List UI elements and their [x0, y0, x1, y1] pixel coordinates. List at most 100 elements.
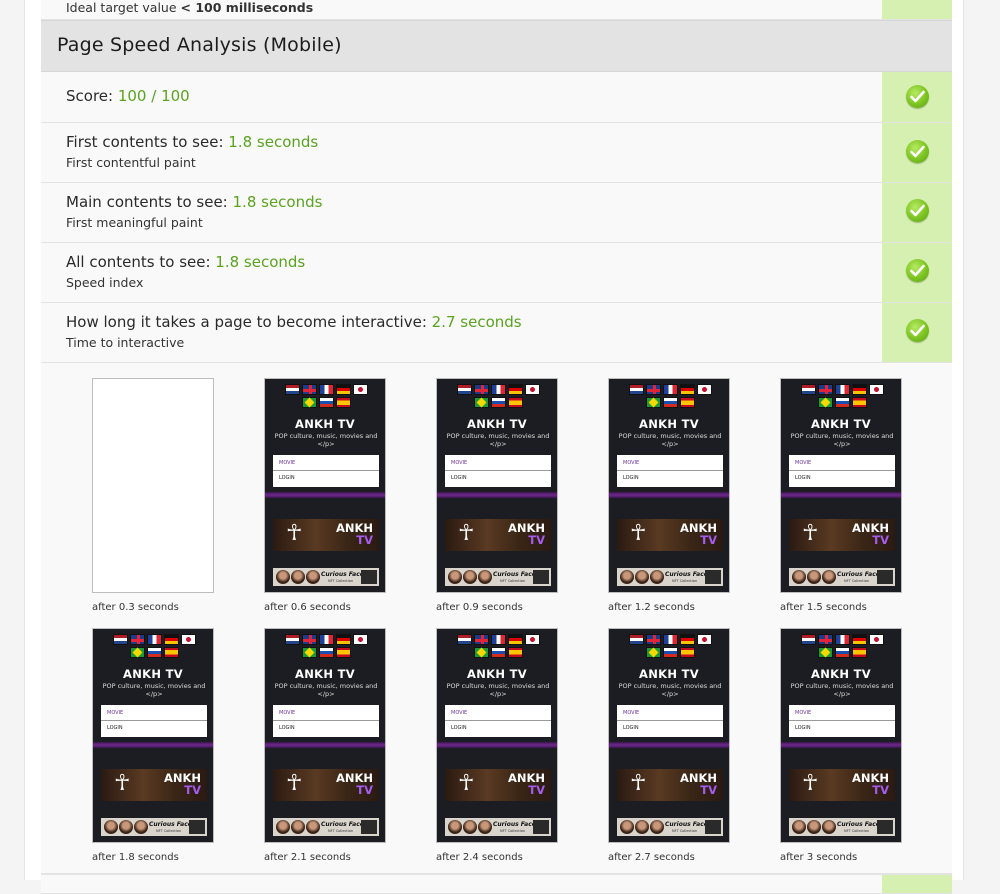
site-subtitle: POP culture, music, movies and </p> — [446, 432, 550, 448]
metric-content: First contents to see: 1.8 seconds First … — [66, 133, 872, 170]
ankh-icon: ☥ — [630, 521, 647, 546]
site-subtitle: POP culture, music, movies and </p> — [102, 682, 206, 698]
filmstrip-thumbnail: ANKH TV POP culture, music, movies and <… — [264, 378, 386, 593]
metric-status-cell — [882, 72, 952, 122]
site-menu-divider — [273, 470, 379, 471]
flag-br-icon — [817, 397, 833, 408]
site-footer-banner: Curious Faces NFT Collection — [789, 818, 895, 836]
ankh-icon: ☥ — [802, 521, 819, 546]
face-icon — [533, 570, 549, 584]
site-menu-item: MOVIE — [623, 460, 640, 466]
site-menu-divider — [789, 470, 895, 471]
metric-row: All contents to see: 1.8 seconds Speed in… — [41, 243, 952, 303]
face-icon — [705, 820, 721, 834]
face-icon — [189, 820, 205, 834]
site-footer-banner: Curious Faces NFT Collection — [101, 818, 207, 836]
flag-de-icon — [507, 384, 523, 395]
site-menu-item: LOGIN — [279, 475, 295, 481]
site-menu: MOVIE LOGIN — [273, 455, 379, 487]
filmstrip-caption: after 0.3 seconds — [92, 602, 179, 613]
language-flags — [617, 382, 723, 408]
footer-subtitle: NFT Collection — [500, 829, 526, 833]
flag-nl-icon — [456, 384, 472, 395]
site-divider — [437, 492, 557, 498]
site-banner: ☥ ANKH TV — [101, 769, 207, 801]
site-subtitle: POP culture, music, movies and </p> — [618, 682, 722, 698]
site-footer-banner: Curious Faces NFT Collection — [273, 818, 379, 836]
flag-br-icon — [301, 397, 317, 408]
next-row — [41, 874, 952, 894]
site-banner: ☥ ANKH TV — [617, 519, 723, 551]
language-flags — [273, 632, 379, 658]
site-menu-divider — [617, 470, 723, 471]
flag-jp-icon — [524, 634, 540, 645]
face-icon — [448, 570, 462, 584]
filmstrip-thumbnail — [92, 378, 214, 593]
metric-label: First contents to see: — [66, 133, 229, 151]
previous-metric-row: Ideal target value < 100 milliseconds — [41, 0, 952, 20]
metric-content: All contents to see: 1.8 seconds Speed in… — [66, 253, 872, 290]
filmstrip-thumbnail: ANKH TV POP culture, music, movies and <… — [780, 628, 902, 843]
flag-ru-icon — [662, 397, 678, 408]
face-icon — [807, 570, 821, 584]
metric-line: Main contents to see: 1.8 seconds — [66, 193, 872, 211]
flag-jp-icon — [868, 634, 884, 645]
flag-de-icon — [679, 384, 695, 395]
language-flags — [789, 382, 895, 408]
previous-metric-target: Ideal target value < 100 milliseconds — [66, 0, 313, 15]
metric-row: How long it takes a page to become inter… — [41, 303, 952, 363]
flag-es-icon — [507, 397, 523, 408]
metric-line: First contents to see: 1.8 seconds — [66, 133, 872, 151]
language-flags — [445, 632, 551, 658]
banner-text: TV — [700, 783, 717, 797]
site-menu-item: LOGIN — [279, 725, 295, 731]
site-banner: ☥ ANKH TV — [789, 769, 895, 801]
face-icon — [478, 820, 492, 834]
metric-row: First contents to see: 1.8 seconds First … — [41, 123, 952, 183]
site-menu-item: LOGIN — [451, 475, 467, 481]
site-menu-item: MOVIE — [795, 710, 812, 716]
site-divider — [265, 492, 385, 498]
flag-jp-icon — [180, 634, 196, 645]
site-subtitle: POP culture, music, movies and </p> — [790, 682, 894, 698]
flag-jp-icon — [868, 384, 884, 395]
face-icon — [650, 570, 664, 584]
ankh-icon: ☥ — [114, 771, 131, 796]
site-menu-divider — [101, 720, 207, 721]
metric-sublabel: First meaningful paint — [66, 215, 203, 230]
filmstrip-frame: ANKH TV POP culture, music, movies and <… — [264, 628, 386, 863]
site-subtitle: POP culture, music, movies and </p> — [446, 682, 550, 698]
site-menu-item: LOGIN — [623, 725, 639, 731]
filmstrip-thumbnail: ANKH TV POP culture, music, movies and <… — [608, 378, 730, 593]
site-menu-item: MOVIE — [451, 460, 468, 466]
flag-fr-icon — [834, 384, 850, 395]
flag-br-icon — [129, 647, 145, 658]
metric-sublabel: First contentful paint — [66, 155, 196, 170]
flag-uk-icon — [473, 384, 489, 395]
filmstrip-thumbnail: ANKH TV POP culture, music, movies and <… — [436, 628, 558, 843]
face-icon — [650, 820, 664, 834]
site-menu-item: MOVIE — [279, 460, 296, 466]
flag-br-icon — [473, 647, 489, 658]
flag-es-icon — [163, 647, 179, 658]
flag-uk-icon — [473, 634, 489, 645]
report-inner: Ideal target value < 100 milliseconds Pa… — [41, 0, 952, 894]
banner-text: TV — [184, 783, 201, 797]
flag-ru-icon — [834, 647, 850, 658]
flag-jp-icon — [524, 384, 540, 395]
ankh-icon: ☥ — [458, 771, 475, 796]
flag-fr-icon — [834, 634, 850, 645]
site-menu: MOVIE LOGIN — [101, 705, 207, 737]
filmstrip-frame: ANKH TV POP culture, music, movies and <… — [608, 628, 730, 863]
banner-text: TV — [872, 533, 889, 547]
metric-sublabel: Time to interactive — [66, 335, 185, 350]
face-icon — [276, 570, 290, 584]
face-icon — [134, 820, 148, 834]
flag-es-icon — [335, 397, 351, 408]
flag-fr-icon — [318, 384, 334, 395]
check-icon — [906, 259, 929, 282]
flag-ru-icon — [490, 397, 506, 408]
face-icon — [807, 820, 821, 834]
flag-de-icon — [507, 634, 523, 645]
face-icon — [792, 570, 806, 584]
